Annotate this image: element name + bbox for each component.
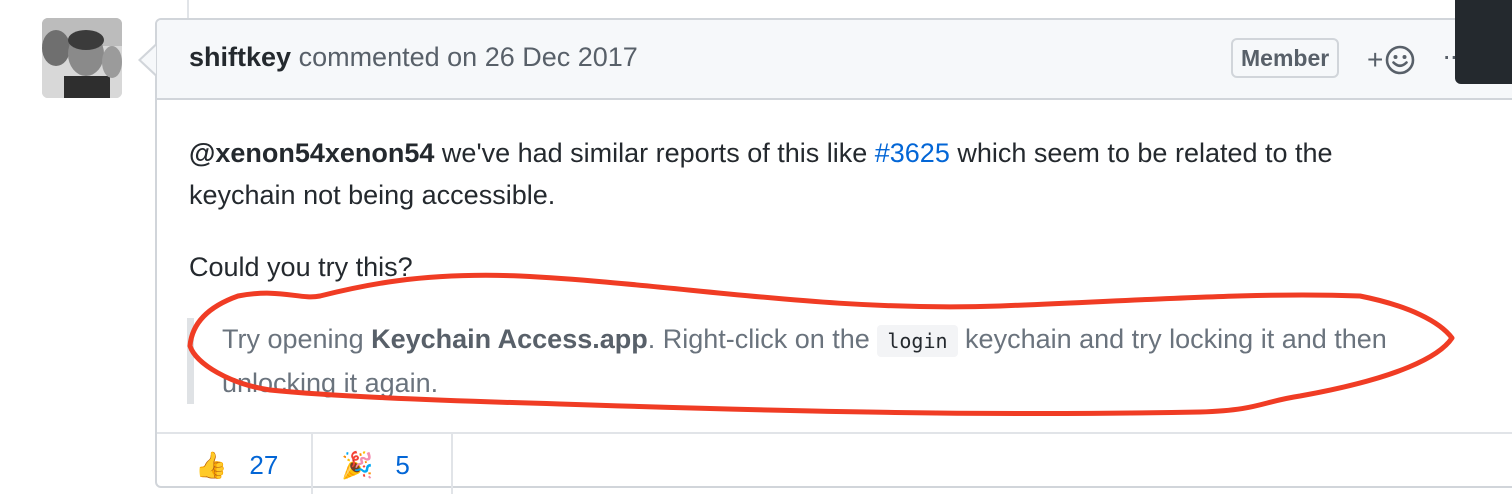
smiley-icon [1386, 45, 1415, 75]
avatar-image [42, 18, 122, 98]
reactions-bar: 👍 27 🎉 5 [157, 432, 1512, 494]
party-popper-icon: 🎉 [341, 450, 374, 480]
paragraph-text: we've had similar reports of this like [434, 138, 875, 168]
comment-date[interactable]: 26 Dec 2017 [485, 42, 638, 72]
comment-body: @xenon54xenon54 we've had similar report… [189, 132, 1439, 288]
reaction-count: 27 [249, 450, 279, 480]
comment-caret-fill [141, 46, 156, 74]
add-reaction-button[interactable]: + [1367, 44, 1415, 76]
thumbs-up-icon: 👍 [195, 450, 228, 480]
comment-header: shiftkey commented on 26 Dec 2017 Member… [157, 20, 1512, 100]
action-text: commented on [298, 42, 478, 72]
reaction-count: 5 [395, 450, 410, 480]
timeline-line [187, 0, 189, 18]
user-mention[interactable]: @xenon54xenon54 [189, 138, 434, 168]
inline-code: login [877, 325, 958, 357]
comment-box: shiftkey commented on 26 Dec 2017 Member… [155, 18, 1512, 494]
issue-link[interactable]: #3625 [875, 138, 950, 168]
quote-text: . Right-click on the [647, 324, 878, 354]
comment-header-text: shiftkey commented on 26 Dec 2017 [189, 42, 638, 73]
quote-text: Try opening [222, 324, 372, 354]
blockquote: Try opening Keychain Access.app. Right-c… [187, 318, 1427, 404]
reaction-thumbs-up[interactable]: 👍 27 [157, 434, 313, 494]
dark-overlay-panel [1455, 0, 1512, 84]
plus-icon: + [1367, 44, 1384, 75]
member-badge: Member [1231, 38, 1340, 78]
question-paragraph: Could you try this? [189, 252, 413, 282]
quote-app-name: Keychain Access.app [371, 324, 648, 354]
author-link[interactable]: shiftkey [189, 42, 291, 72]
comment-paragraph: @xenon54xenon54 we've had similar report… [189, 132, 1439, 216]
avatar[interactable] [42, 18, 122, 98]
reaction-hooray[interactable]: 🎉 5 [313, 434, 453, 494]
